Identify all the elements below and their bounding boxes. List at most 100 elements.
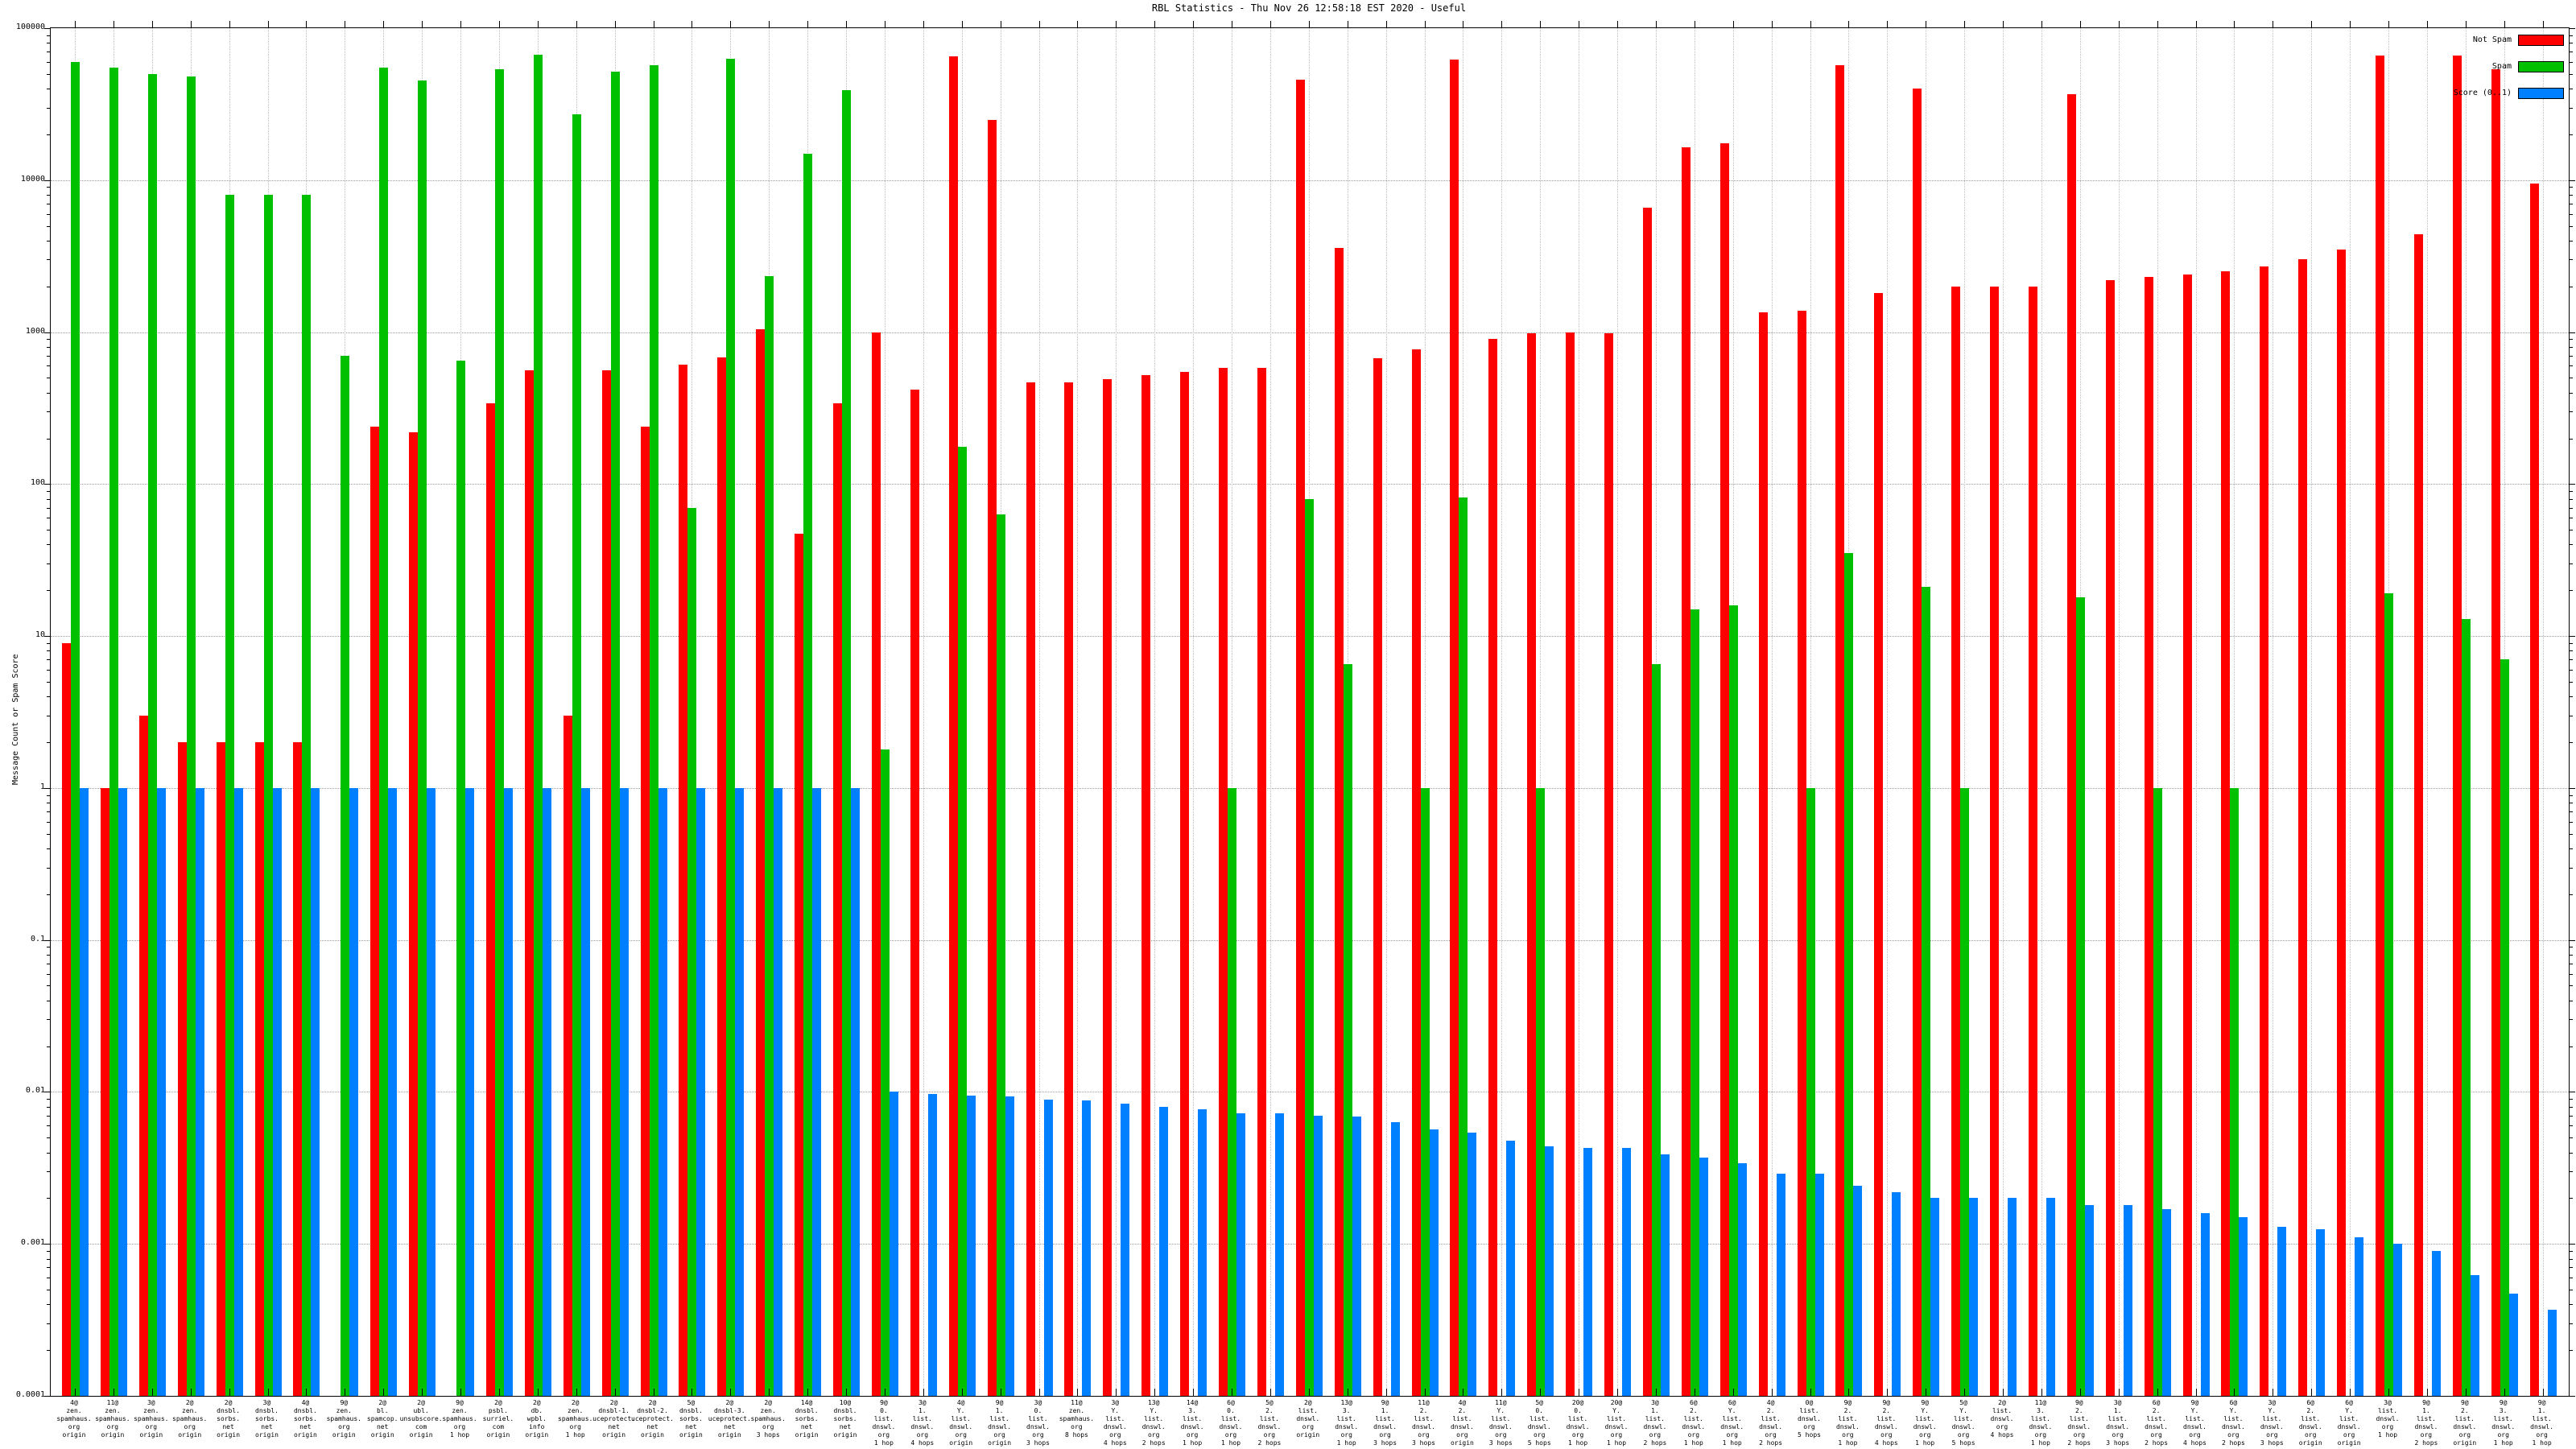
spam-bar bbox=[650, 65, 658, 1396]
x-tick-bottom bbox=[1772, 1389, 1773, 1396]
x-tick-top bbox=[2543, 21, 2544, 28]
spam-bar bbox=[1690, 609, 1699, 1396]
spam-bar bbox=[1536, 788, 1545, 1396]
y-minor-tick-right bbox=[2569, 393, 2573, 394]
x-tick-bottom bbox=[885, 1389, 886, 1396]
not-spam-bar bbox=[1335, 248, 1344, 1396]
not-spam-bar bbox=[2145, 277, 2153, 1396]
x-tick-top bbox=[1116, 21, 1117, 28]
x-tick-bottom bbox=[268, 1389, 269, 1396]
x-tick-bottom bbox=[615, 1389, 616, 1396]
y-minor-tick-right bbox=[2569, 214, 2573, 215]
x-tick-bottom bbox=[383, 1389, 384, 1396]
x-tick-bottom bbox=[1617, 1389, 1618, 1396]
spam-bar bbox=[958, 447, 967, 1396]
not-spam-bar bbox=[139, 716, 148, 1396]
y-minor-tick-left bbox=[47, 1267, 51, 1268]
y-minor-tick-right bbox=[2569, 868, 2573, 869]
x-gridline bbox=[2196, 28, 2197, 1396]
score-0-1--bar bbox=[543, 788, 551, 1396]
spam-bar bbox=[2153, 788, 2162, 1396]
spam-bar bbox=[842, 90, 851, 1396]
not-spam-bar bbox=[101, 788, 109, 1396]
y-minor-tick-left bbox=[47, 1116, 51, 1117]
not-spam-bar bbox=[1450, 60, 1459, 1396]
y-minor-tick-right bbox=[2569, 834, 2573, 835]
not-spam-bar bbox=[564, 716, 572, 1396]
y-gridline bbox=[51, 180, 2569, 181]
y-minor-tick-left bbox=[47, 108, 51, 109]
not-spam-bar bbox=[795, 534, 803, 1396]
y-tick-label: 0.1 bbox=[0, 934, 45, 944]
y-minor-tick-right bbox=[2569, 1259, 2573, 1260]
not-spam-bar bbox=[1913, 89, 1922, 1396]
x-tick-bottom bbox=[2543, 1389, 2544, 1396]
x-tick-top bbox=[422, 21, 423, 28]
x-gridline bbox=[2427, 28, 2428, 1396]
x-gridline bbox=[1501, 28, 1502, 1396]
y-minor-tick-left bbox=[47, 62, 51, 63]
not-spam-bar bbox=[1373, 358, 1382, 1396]
x-tick-bottom bbox=[2504, 1389, 2505, 1396]
not-spam-bar bbox=[62, 643, 71, 1396]
y-minor-tick-left bbox=[47, 1259, 51, 1260]
y-minor-tick-left bbox=[47, 544, 51, 545]
y-minor-tick-left bbox=[47, 1350, 51, 1351]
y-minor-tick-right bbox=[2569, 339, 2573, 340]
not-spam-bar bbox=[2260, 266, 2268, 1396]
score-0-1--bar bbox=[1738, 1163, 1747, 1396]
spam-bar bbox=[803, 154, 812, 1396]
score-0-1--bar bbox=[2471, 1275, 2479, 1396]
x-gridline bbox=[1116, 28, 1117, 1396]
x-gridline bbox=[1039, 28, 1040, 1396]
spam-bar bbox=[1960, 788, 1969, 1396]
x-tick-bottom bbox=[1964, 1389, 1965, 1396]
spam-bar bbox=[341, 356, 349, 1396]
y-minor-tick-right bbox=[2569, 1046, 2573, 1047]
x-tick-top bbox=[807, 21, 808, 28]
y-minor-tick-right bbox=[2569, 508, 2573, 509]
x-tick-top bbox=[2196, 21, 2197, 28]
score-0-1--bar bbox=[1969, 1198, 1978, 1396]
legend-item-not-spam: Not Spam bbox=[2454, 35, 2564, 45]
y-minor-tick-right bbox=[2569, 985, 2573, 986]
x-tick-bottom bbox=[1733, 1389, 1734, 1396]
y-minor-tick-left bbox=[47, 822, 51, 823]
score-0-1--bar bbox=[2201, 1213, 2210, 1396]
score-0-1--bar bbox=[2239, 1217, 2248, 1396]
x-axis-label-line: 9@ bbox=[2494, 1399, 2576, 1407]
x-tick-bottom bbox=[1309, 1389, 1310, 1396]
score-0-1--bar bbox=[2124, 1205, 2132, 1396]
x-gridline bbox=[2119, 28, 2120, 1396]
x-axis-label-line: org bbox=[2494, 1431, 2576, 1439]
y-minor-tick-left bbox=[47, 682, 51, 683]
spam-bar bbox=[726, 59, 735, 1396]
score-0-1--bar bbox=[2432, 1251, 2441, 1396]
x-tick-top bbox=[576, 21, 577, 28]
score-0-1--bar bbox=[80, 788, 89, 1396]
y-tick-label: 1000 bbox=[0, 326, 45, 336]
not-spam-bar bbox=[717, 357, 726, 1396]
not-spam-bar bbox=[988, 120, 997, 1396]
not-spam-bar bbox=[1643, 208, 1652, 1396]
x-tick-top bbox=[1540, 21, 1541, 28]
y-minor-tick-right bbox=[2569, 811, 2573, 812]
y-minor-tick-left bbox=[47, 1251, 51, 1252]
legend-label-score: Score (0..1) bbox=[2454, 89, 2512, 97]
plot-area: Not Spam Spam Score (0..1) bbox=[50, 27, 2570, 1397]
legend-swatch-score bbox=[2518, 88, 2564, 99]
legend-item-spam: Spam bbox=[2454, 61, 2564, 72]
x-tick-bottom bbox=[1656, 1389, 1657, 1396]
not-spam-bar bbox=[486, 403, 495, 1396]
x-tick-bottom bbox=[2388, 1389, 2389, 1396]
score-0-1--bar bbox=[1545, 1146, 1554, 1396]
not-spam-bar bbox=[1488, 339, 1497, 1396]
x-tick-top bbox=[306, 21, 307, 28]
y-major-tick-left bbox=[44, 484, 51, 485]
y-minor-tick-left bbox=[47, 834, 51, 835]
score-0-1--bar bbox=[2085, 1205, 2094, 1396]
y-axis-label: Message Count or Spam Score bbox=[11, 654, 20, 785]
x-tick-top bbox=[1733, 21, 1734, 28]
spam-bar bbox=[1806, 788, 1815, 1396]
y-minor-tick-left bbox=[47, 365, 51, 366]
